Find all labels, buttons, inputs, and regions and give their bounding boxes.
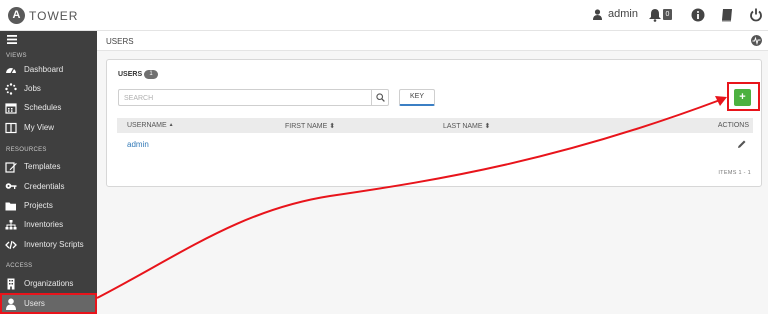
sidebar-item-projects[interactable]: Projects [0,197,97,215]
section-access: ACCESS [6,263,33,269]
sidebar-item-label: Templates [24,162,61,171]
table-header: USERNAME ▲ FIRST NAME ⬍ LAST NAME ⬍ ACTI… [117,118,753,133]
search-input[interactable] [124,93,364,103]
column-actions: ACTIONS [717,122,749,129]
sidebar-item-dashboard[interactable]: Dashboard [0,61,97,79]
bell-icon[interactable] [648,8,662,22]
app-name[interactable]: TOWER [29,9,78,23]
code-icon [5,240,17,250]
sidebar-item-inventories[interactable]: Inventories [0,216,97,234]
sidebar-item-label: Inventory Scripts [24,240,84,249]
table-row: admin [117,136,753,154]
section-resources: RESOURCES [6,147,47,153]
hamburger-icon[interactable] [7,35,17,44]
sidebar-item-label: Jobs [24,84,41,93]
sidebar-item-label: Organizations [24,279,74,288]
tower-logo[interactable]: A [8,7,25,24]
calendar-icon [5,103,17,114]
sidebar-item-label: Schedules [24,103,62,112]
items-count: ITEMS 1 - 1 [718,170,751,176]
power-icon[interactable] [749,8,763,22]
search-field[interactable] [118,89,389,106]
sidebar-item-templates[interactable]: Templates [0,158,97,176]
info-icon[interactable] [691,8,705,22]
sidebar-item-credentials[interactable]: Credentials [0,178,97,196]
users-panel: USERS 1 KEY + USERNAME ▲ FIRST NAME ⬍ LA… [106,59,762,187]
add-button-highlight [727,82,760,111]
folder-icon [5,202,16,211]
sidebar-item-inventory-scripts[interactable]: Inventory Scripts [0,236,97,254]
search-button[interactable] [371,90,388,105]
sidebar-item-my-view[interactable]: My View [0,119,97,137]
section-views: VIEWS [6,53,27,59]
search-icon [375,93,385,102]
sort-icon: ⬍ [484,123,491,130]
sidebar-item-label: Credentials [24,182,65,191]
sidebar-item-label: My View [24,123,55,132]
sidebar: VIEWS Dashboard Jobs Schedules My View R… [0,31,97,314]
breadcrumb: USERS [97,31,768,51]
spinner-icon [5,83,17,95]
user-icon [593,8,602,20]
activity-stream-icon[interactable] [751,35,762,46]
column-first-name[interactable]: FIRST NAME ⬍ [285,122,335,130]
column-last-name[interactable]: LAST NAME ⬍ [443,122,490,130]
sidebar-item-organizations[interactable]: Organizations [0,275,97,293]
pencil-square-icon [5,162,17,173]
edit-pencil-icon[interactable] [736,139,747,150]
users-highlight [0,293,97,314]
key-button[interactable]: KEY [399,89,435,106]
sitemap-icon [5,220,17,230]
sort-asc-icon: ▲ [168,122,174,128]
building-icon [7,278,15,290]
sidebar-item-jobs[interactable]: Jobs [0,80,97,98]
sidebar-item-label: Projects [24,201,53,210]
dashboard-icon [6,68,16,74]
columns-icon [5,122,17,134]
sidebar-item-label: Inventories [24,220,64,229]
breadcrumb-users[interactable]: USERS [106,37,134,46]
sort-icon: ⬍ [329,123,336,130]
book-icon[interactable] [720,8,734,22]
top-header: A TOWER admin 0 [0,0,768,31]
current-user[interactable]: admin [593,8,638,20]
notification-count[interactable]: 0 [663,9,672,20]
username-link[interactable]: admin [127,140,149,149]
current-user-name: admin [608,8,638,20]
sidebar-item-label: Dashboard [24,65,64,74]
sidebar-item-schedules[interactable]: Schedules [0,99,97,117]
column-username[interactable]: USERNAME ▲ [127,122,174,129]
key-icon [5,183,17,189]
users-count-badge: 1 [144,70,158,79]
panel-title: USERS [118,71,143,78]
